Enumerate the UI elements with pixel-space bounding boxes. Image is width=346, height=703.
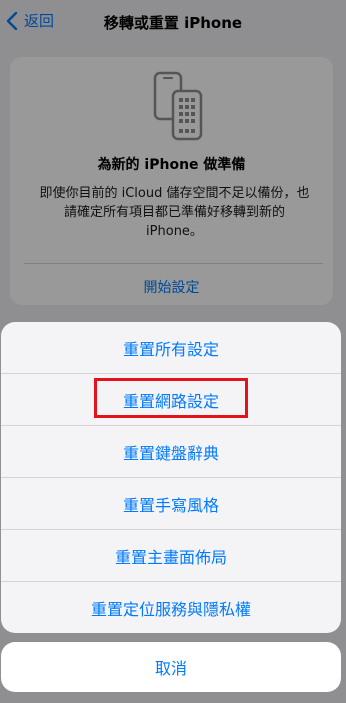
reset-action-sheet: 重置所有設定 重置網路設定 重置鍵盤辭典 重置手寫風格 重置主畫面佈局 重置定位… (1, 322, 341, 633)
reset-keyboard-dictionary-option[interactable]: 重置鍵盤辭典 (1, 426, 341, 478)
reset-handwriting-option[interactable]: 重置手寫風格 (1, 478, 341, 530)
reset-all-settings-option[interactable]: 重置所有設定 (1, 322, 341, 374)
reset-location-privacy-option[interactable]: 重置定位服務與隱私權 (1, 582, 341, 633)
cancel-button[interactable]: 取消 (1, 642, 341, 692)
highlight-box (94, 378, 248, 418)
reset-home-screen-layout-option[interactable]: 重置主畫面佈局 (1, 530, 341, 582)
